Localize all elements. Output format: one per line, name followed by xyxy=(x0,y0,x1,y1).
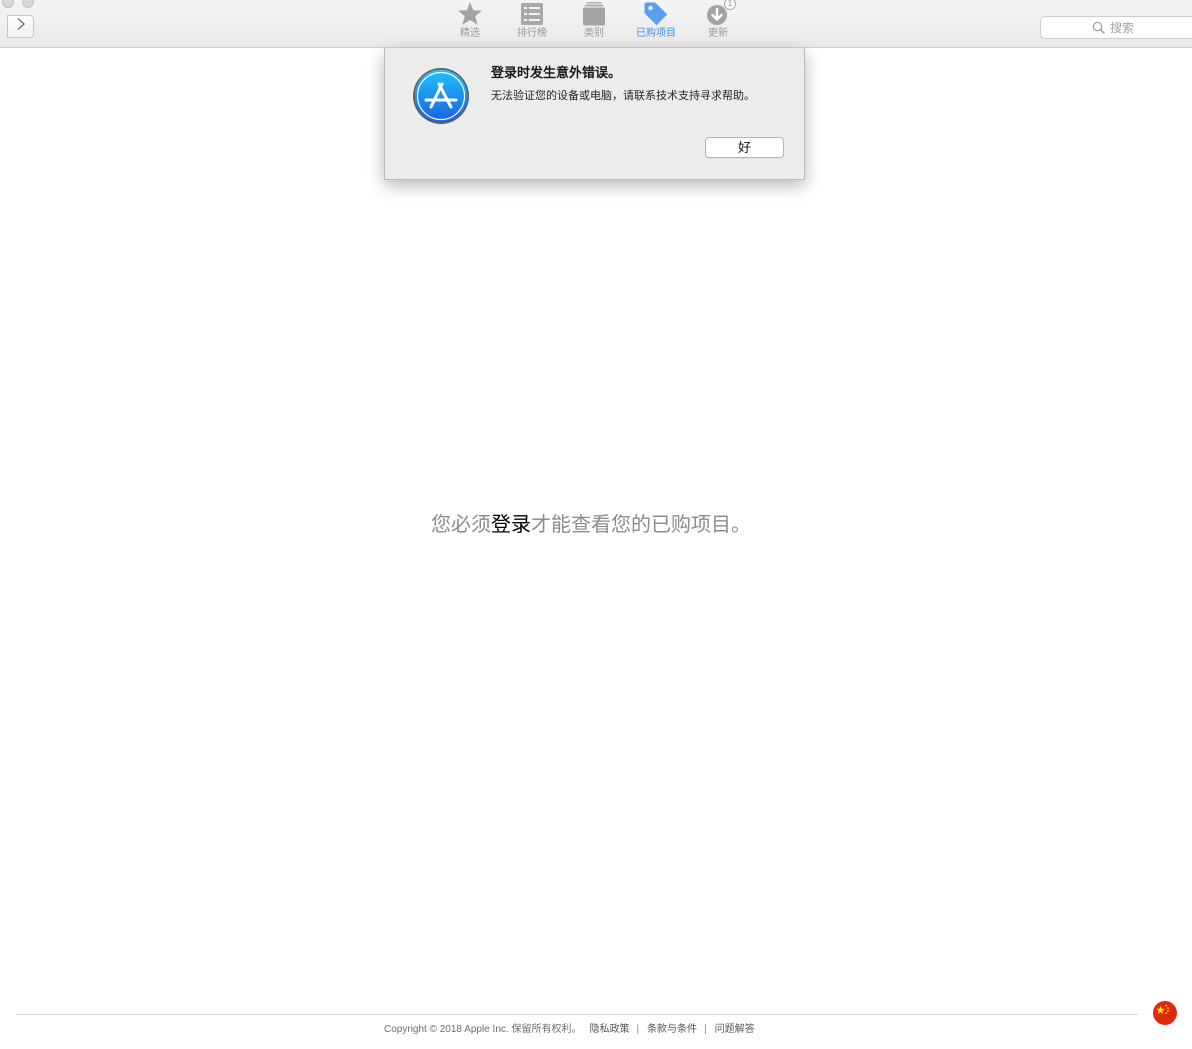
copyright-text: Copyright © 2018 Apple Inc. 保留所有权利。 xyxy=(384,1024,582,1035)
minimize-button[interactable] xyxy=(22,0,34,8)
star-icon xyxy=(457,1,483,27)
ok-button[interactable]: 好 xyxy=(705,137,784,158)
tag-icon xyxy=(643,1,669,27)
tab-categories[interactable]: 类别 xyxy=(563,0,625,47)
footer: Copyright © 2018 Apple Inc. 保留所有权利。 隐私政策 |… xyxy=(384,1024,755,1036)
footer-separator: | xyxy=(704,1024,707,1035)
app-store-icon xyxy=(412,67,470,125)
error-alert: 登录时发生意外错误。 无法验证您的设备或电脑，请联系技术支持寻求帮助。 好 xyxy=(384,48,805,180)
china-flag-icon[interactable] xyxy=(1153,1001,1177,1025)
terms-link[interactable]: 条款与条件 xyxy=(647,1024,697,1035)
prompt-text-before: 您必须 xyxy=(431,514,491,536)
alert-message: 无法验证您的设备或电脑，请联系技术支持寻求帮助。 xyxy=(491,90,755,102)
tab-featured[interactable]: 精选 xyxy=(439,0,501,47)
tab-label: 精选 xyxy=(460,28,480,39)
faq-link[interactable]: 问题解答 xyxy=(715,1024,755,1035)
tab-label: 排行榜 xyxy=(517,28,547,39)
tab-purchased[interactable]: 已购项目 xyxy=(625,0,687,47)
tab-label: 更新 xyxy=(708,28,728,39)
forward-button[interactable] xyxy=(7,15,34,38)
privacy-policy-link[interactable]: 隐私政策 xyxy=(589,1024,629,1035)
toolbar: 精选 排行榜 类别 已购项目 1 更新 搜索 xyxy=(0,0,1192,48)
tab-label: 类别 xyxy=(584,28,604,39)
alert-title: 登录时发生意外错误。 xyxy=(491,65,622,80)
tab-label: 已购项目 xyxy=(636,28,676,39)
prompt-text-after: 才能查看您的已购项目。 xyxy=(531,514,751,536)
tab-top-charts[interactable]: 排行榜 xyxy=(501,0,563,47)
toolbar-tabs: 精选 排行榜 类别 已购项目 1 更新 xyxy=(439,0,749,47)
close-button[interactable] xyxy=(2,0,14,8)
search-field[interactable] xyxy=(1040,16,1192,39)
sign-in-link[interactable]: 登录 xyxy=(491,514,531,536)
category-icon xyxy=(581,1,607,27)
search-input[interactable] xyxy=(1041,17,1192,38)
updates-badge: 1 xyxy=(724,0,736,10)
list-icon xyxy=(519,1,545,27)
footer-separator: | xyxy=(636,1024,640,1035)
tab-updates[interactable]: 1 更新 xyxy=(687,0,749,47)
sign-in-prompt: 您必须登录才能查看您的已购项目。 xyxy=(0,511,1182,539)
chevron-right-icon xyxy=(16,17,26,36)
footer-divider xyxy=(16,1014,1138,1015)
download-icon: 1 xyxy=(705,0,736,27)
